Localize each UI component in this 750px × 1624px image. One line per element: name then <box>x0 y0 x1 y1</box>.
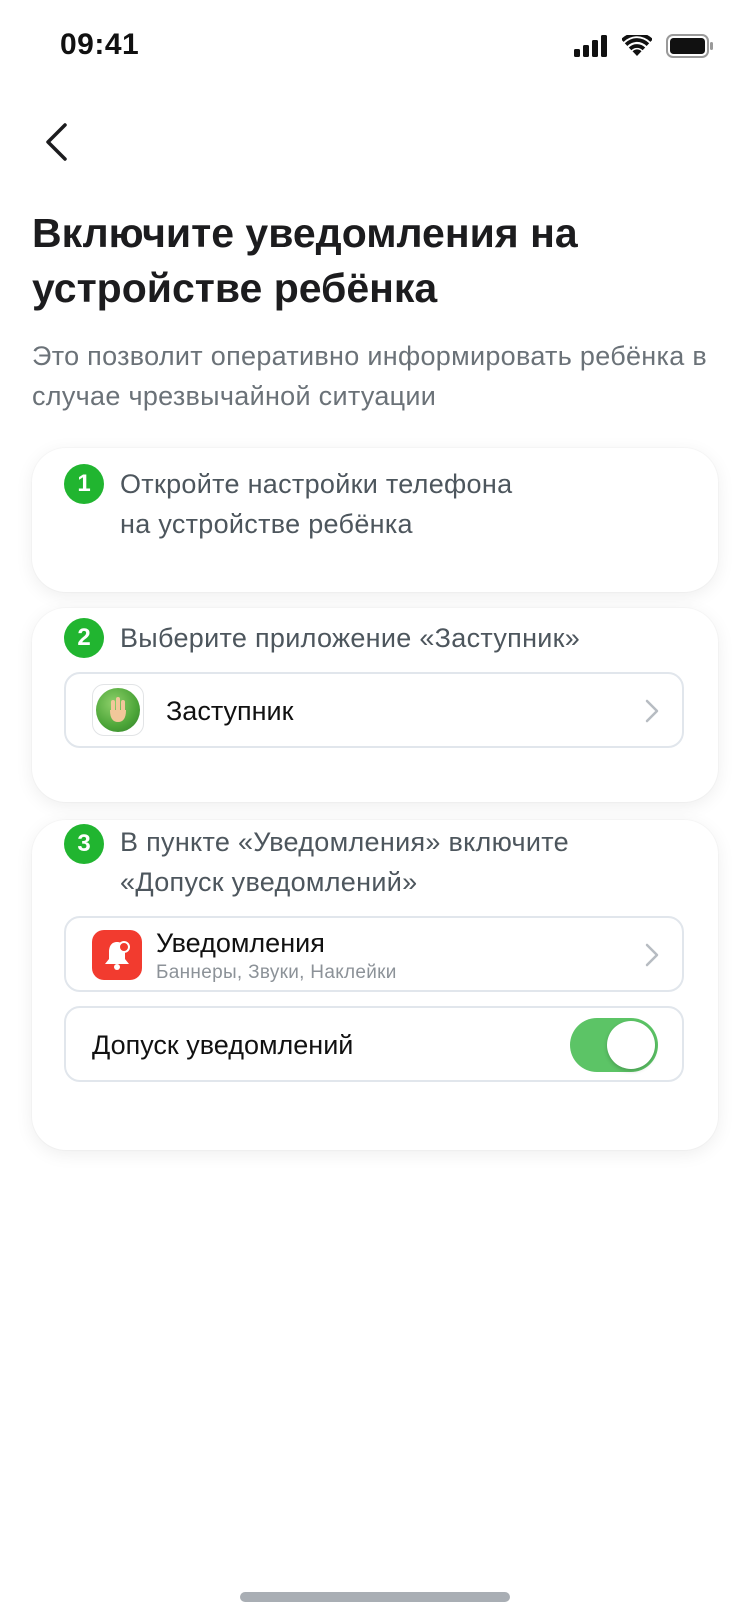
bell-glyph <box>105 941 130 970</box>
step-text: В пункте «Уведомления» включите «Допуск … <box>120 822 569 902</box>
bell-icon <box>92 930 142 980</box>
step-number-badge: 2 <box>64 618 104 658</box>
step-text: Выберите приложение «Заступник» <box>120 618 580 658</box>
step-text-line: Откройте настройки телефона <box>120 469 513 499</box>
wifi-icon <box>622 35 652 56</box>
status-time: 09:41 <box>60 28 140 61</box>
step-card-1: 1 Откройте настройки телефона на устройс… <box>32 448 718 592</box>
back-button[interactable] <box>26 112 86 172</box>
step-text: Откройте настройки телефона на устройств… <box>120 464 512 544</box>
step-card-2: 2 Выберите приложение «Заступник» Заступ… <box>32 608 718 802</box>
app-settings-row[interactable]: Заступник <box>64 672 684 748</box>
notifications-subtitle: Баннеры, Звуки, Наклейки <box>156 962 397 983</box>
allow-notifications-label: Допуск уведомлений <box>92 1030 354 1060</box>
cellular-signal-icon <box>574 35 607 57</box>
notifications-settings-row[interactable]: Уведомления Баннеры, Звуки, Наклейки <box>64 916 684 992</box>
page-title: Включите уведомления на устройстве ребён… <box>32 210 578 311</box>
step-number-badge: 1 <box>64 464 104 504</box>
battery-icon <box>666 34 713 58</box>
home-indicator[interactable] <box>240 1592 510 1602</box>
notifications-title: Уведомления <box>156 928 325 958</box>
app-name-label: Заступник <box>166 696 294 726</box>
step-text-line: В пункте «Уведомления» включите <box>120 827 569 857</box>
chevron-left-icon <box>46 123 67 161</box>
page-subtitle: Это позволит оперативно информировать ре… <box>32 341 707 411</box>
step-card-3: 3 В пункте «Уведомления» включите «Допус… <box>32 820 718 1150</box>
chevron-right-icon <box>645 943 659 967</box>
toggle-knob <box>607 1021 655 1069</box>
allow-notifications-toggle[interactable] <box>570 1018 658 1072</box>
raised-hand-app-icon <box>96 688 140 732</box>
chevron-right-icon <box>645 699 659 723</box>
app-icon <box>92 684 144 736</box>
step-number-badge: 3 <box>64 824 104 864</box>
screen: 09:41 Включите уведомления на устройстве… <box>0 0 750 1624</box>
step-text-line: на устройстве ребёнка <box>120 509 413 539</box>
allow-notifications-row: Допуск уведомлений <box>64 1006 684 1082</box>
status-icons <box>574 34 714 58</box>
step-text-line: Выберите приложение «Заступник» <box>120 623 581 653</box>
step-text-line: «Допуск уведомлений» <box>120 867 418 897</box>
status-bar: 09:41 <box>0 0 750 96</box>
hand-icon <box>110 697 126 722</box>
